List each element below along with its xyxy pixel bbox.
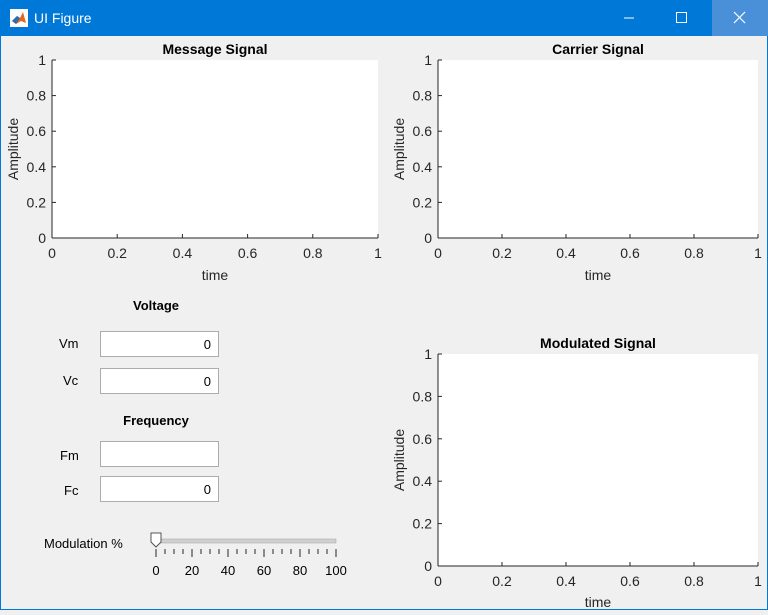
- x-tick-label: 1: [374, 245, 382, 261]
- slider-tick-label: 80: [293, 563, 307, 578]
- modulated-signal-svg: Modulated Signal 0 0.2 0.4 0.6 0.8 1 0 0.2 0.4 0.…: [391, 335, 762, 610]
- x-tick-label: 0.2: [107, 245, 127, 261]
- x-tick-label: 0: [48, 245, 56, 261]
- axes-area: [438, 354, 758, 566]
- plot-title: Modulated Signal: [540, 335, 656, 351]
- modulation-label: Modulation %: [44, 536, 123, 551]
- y-tick-label: 0.4: [27, 159, 47, 175]
- x-tick-label: 0: [434, 573, 442, 589]
- y-axis-label: Amplitude: [5, 118, 21, 180]
- slider-svg: 0 20 40 60 80 100: [150, 532, 347, 578]
- y-tick-label: 0.6: [27, 123, 47, 139]
- maximize-icon: [676, 12, 687, 23]
- vc-field[interactable]: 0: [100, 368, 219, 394]
- message-signal-svg: Message Signal 0 0.2 0.4 0.6 0.8 1 0 0.2 0.4 0.6 0…: [5, 41, 382, 283]
- voltage-heading: Voltage: [133, 298, 179, 313]
- y-tick-label: 0.2: [413, 516, 433, 532]
- window-title: UI Figure: [34, 10, 92, 26]
- x-tick-label: 0.8: [684, 245, 704, 261]
- vm-label: Vm: [59, 336, 79, 351]
- y-tick-label: 1: [424, 52, 432, 68]
- plot-title: Carrier Signal: [552, 41, 644, 57]
- frequency-heading: Frequency: [123, 413, 189, 428]
- slider-tick-label: 20: [185, 563, 199, 578]
- fm-field[interactable]: [100, 441, 219, 467]
- vc-label: Vc: [63, 373, 79, 388]
- y-tick-label: 1: [38, 52, 46, 68]
- x-tick-label: 0.2: [492, 245, 512, 261]
- x-tick-label: 0: [434, 245, 442, 261]
- y-tick-label: 0.8: [413, 388, 433, 404]
- y-tick-label: 0: [38, 230, 46, 246]
- y-tick-label: 0.2: [413, 194, 433, 210]
- x-axis-label: time: [585, 267, 612, 283]
- y-tick-label: 0.8: [413, 88, 433, 104]
- fc-label: Fc: [64, 483, 79, 498]
- minimize-button[interactable]: [606, 0, 652, 36]
- x-tick-label: 0.2: [492, 573, 512, 589]
- axes-area: [52, 60, 378, 238]
- axes-area: [438, 60, 758, 238]
- x-tick-label: 0.4: [556, 573, 576, 589]
- x-tick-label: 0.6: [620, 245, 640, 261]
- matlab-logo-icon: [10, 9, 28, 27]
- slider-tick-label: 100: [325, 563, 347, 578]
- y-tick-label: 0: [424, 558, 432, 574]
- y-tick-label: 0.4: [413, 159, 433, 175]
- y-axis-label: Amplitude: [391, 118, 407, 180]
- x-tick-label: 0.6: [238, 245, 258, 261]
- carrier-signal-axes[interactable]: Carrier Signal 0 0.2 0.4 0.6 0.8 1 0 0.2 0.4 0.6 0…: [384, 36, 768, 286]
- x-axis-label: time: [585, 594, 612, 610]
- x-axis-label: time: [202, 267, 229, 283]
- plot-title: Message Signal: [162, 41, 267, 57]
- y-tick-label: 0.2: [27, 194, 47, 210]
- slider-tick-label: 0: [152, 563, 159, 578]
- x-tick-label: 0.8: [303, 245, 323, 261]
- vm-field[interactable]: 0: [100, 331, 219, 357]
- y-tick-label: 0.6: [413, 431, 433, 447]
- close-button[interactable]: [712, 0, 768, 36]
- y-axis-label: Amplitude: [391, 429, 407, 491]
- title-bar: UI Figure: [0, 0, 768, 36]
- x-tick-label: 0.6: [620, 573, 640, 589]
- x-tick-label: 1: [754, 245, 762, 261]
- x-tick-label: 0.4: [556, 245, 576, 261]
- slider-tick-label: 60: [257, 563, 271, 578]
- y-tick-label: 0.6: [413, 123, 433, 139]
- x-tick-label: 1: [754, 573, 762, 589]
- y-tick-label: 0.8: [27, 88, 47, 104]
- x-tick-label: 0.8: [684, 573, 704, 589]
- y-tick-label: 0.4: [413, 473, 433, 489]
- message-signal-axes[interactable]: Message Signal 0 0.2 0.4 0.6 0.8 1 0 0.2 0.4 0.6 0…: [0, 36, 384, 286]
- fm-label: Fm: [60, 448, 79, 463]
- close-icon: [733, 11, 746, 24]
- carrier-signal-svg: Carrier Signal 0 0.2 0.4 0.6 0.8 1 0 0.2 0.4 0.6 0…: [391, 41, 762, 283]
- slider-thumb[interactable]: [150, 532, 162, 548]
- slider-track: [155, 538, 337, 544]
- maximize-button[interactable]: [658, 0, 704, 36]
- x-tick-label: 0.4: [173, 245, 193, 261]
- modulation-slider[interactable]: 0 20 40 60 80 100: [144, 530, 348, 580]
- fc-field[interactable]: 0: [100, 476, 219, 502]
- modulated-signal-axes[interactable]: Modulated Signal 0 0.2 0.4 0.6 0.8 1 0 0.2 0.4 0.…: [384, 330, 768, 610]
- slider-tick-label: 40: [221, 563, 235, 578]
- minimize-icon: [624, 17, 634, 19]
- y-tick-label: 1: [424, 346, 432, 362]
- y-tick-label: 0: [424, 230, 432, 246]
